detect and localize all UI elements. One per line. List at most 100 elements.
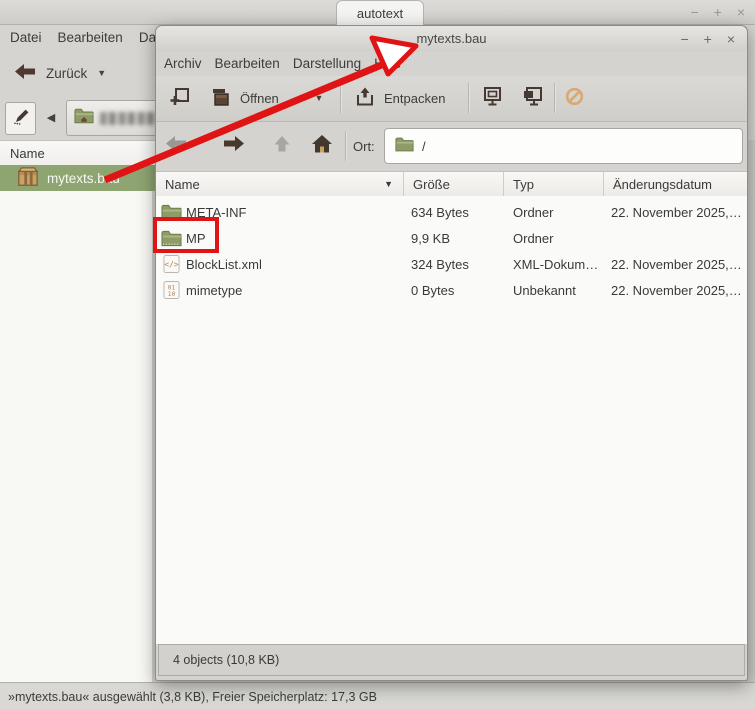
file-size: 9,9 KB	[411, 225, 450, 251]
column-label: Größe	[413, 177, 450, 192]
toolbar-separator	[554, 83, 556, 113]
selected-file-name: mytexts.bau	[47, 171, 120, 186]
bg-window-title: autotext	[336, 0, 424, 25]
nav-home-icon	[311, 134, 333, 159]
archive-manager-window: mytexts.bau − + × Archiv Bearbeiten Dars…	[155, 25, 748, 681]
navbar-separator	[345, 131, 347, 161]
add-files-button[interactable]	[162, 81, 198, 115]
nav-forward-icon	[223, 135, 245, 157]
archive-toolbar: Öffnen ▼ Entpacken	[156, 76, 747, 122]
extract-icon	[354, 86, 376, 111]
table-row[interactable]: META-INF 634 Bytes Ordner 22. November 2…	[156, 199, 747, 225]
archive-window-controls: − + ×	[680, 26, 735, 51]
table-row[interactable]: </> BlockList.xml 324 Bytes XML-Dokum… 2…	[156, 251, 747, 277]
file-modified: 22. November 2025,…	[611, 199, 742, 225]
file-size: 0 Bytes	[411, 277, 454, 303]
caret-down-icon: ▼	[315, 93, 324, 103]
sort-descending-icon: ▼	[384, 179, 393, 189]
xml-document-icon: </>	[163, 251, 180, 277]
open-recent-caret-button[interactable]: ▼	[306, 81, 332, 115]
breadcrumb-label-redacted	[100, 112, 158, 125]
breadcrumb-button[interactable]	[66, 100, 167, 136]
close-button[interactable]: ×	[727, 31, 735, 47]
menu-archiv[interactable]: Archiv	[164, 56, 202, 71]
toolbar-separator	[340, 83, 342, 113]
archive-status-text: 4 objects (10,8 KB)	[173, 653, 279, 667]
stop-button[interactable]	[558, 81, 590, 115]
selected-file-row[interactable]: mytexts.bau	[0, 165, 168, 191]
back-button[interactable]: Zurück ▼	[8, 57, 112, 89]
file-size: 324 Bytes	[411, 251, 469, 277]
bg-status-text: »mytexts.bau« ausgewählt (3,8 KB), Freie…	[8, 690, 377, 704]
file-name: mimetype	[186, 277, 242, 303]
menu-hilfe[interactable]: Hilfe	[374, 56, 401, 71]
archive-file-list[interactable]: META-INF 634 Bytes Ordner 22. November 2…	[156, 196, 747, 644]
bg-list-header[interactable]: Name	[0, 140, 163, 166]
nav-back-icon	[165, 135, 187, 157]
menu-datei[interactable]: Datei	[10, 30, 42, 45]
file-modified: 22. November 2025,…	[611, 277, 742, 303]
view-archive-contents-button[interactable]	[474, 81, 512, 115]
minimize-button[interactable]: −	[680, 31, 688, 47]
bg-column-name: Name	[10, 146, 45, 161]
nav-up-icon	[273, 135, 291, 158]
monitor-document-icon	[521, 85, 545, 112]
column-header-name[interactable]: Name ▼	[156, 172, 404, 196]
file-type: Ordner	[513, 199, 553, 225]
table-header: Name ▼ Größe Typ Änderungsdatum	[156, 171, 747, 198]
open-archive-button[interactable]: Öffnen	[206, 81, 306, 115]
bg-window-titlebar[interactable]: autotext − + ×	[0, 0, 755, 25]
pencil-icon	[12, 107, 30, 130]
toolbar-separator	[468, 83, 470, 113]
minimize-button[interactable]: −	[690, 4, 698, 20]
back-arrow-icon	[14, 63, 36, 83]
home-folder-icon	[74, 108, 94, 129]
nav-up-button[interactable]	[267, 131, 297, 161]
binary-file-icon: 01 10	[163, 277, 180, 303]
bg-statusbar: »mytexts.bau« ausgewählt (3,8 KB), Freie…	[0, 682, 755, 709]
collapse-path-button[interactable]: ◀	[39, 102, 63, 133]
bg-window-controls: − + ×	[690, 0, 745, 24]
column-label: Name	[165, 177, 200, 192]
maximize-button[interactable]: +	[714, 4, 722, 20]
archive-navbar: Ort: /	[156, 121, 747, 171]
file-type: XML-Dokum…	[513, 251, 598, 277]
file-modified: 22. November 2025,…	[611, 251, 742, 277]
back-history-caret-icon[interactable]: ▼	[97, 68, 106, 78]
column-header-modified[interactable]: Änderungsdatum	[604, 172, 747, 196]
location-field[interactable]: /	[384, 128, 743, 164]
table-row[interactable]: MP 9,9 KB Ordner	[156, 225, 747, 251]
svg-text:10: 10	[168, 291, 176, 298]
extract-button[interactable]: Entpacken	[350, 81, 464, 115]
collapse-left-icon: ◀	[47, 111, 55, 124]
annotation-highlight-rect	[153, 217, 219, 253]
view-selected-file-button[interactable]	[514, 81, 552, 115]
close-button[interactable]: ×	[737, 4, 745, 20]
add-files-icon	[169, 86, 191, 111]
nav-forward-button[interactable]	[219, 131, 249, 161]
folder-icon	[395, 137, 414, 155]
bg-list-area[interactable]	[0, 191, 152, 682]
maximize-button[interactable]: +	[704, 31, 712, 47]
file-type: Ordner	[513, 225, 553, 251]
desktop: autotext − + × Datei Bearbeiten Darstell…	[0, 0, 755, 709]
file-name: BlockList.xml	[186, 251, 262, 277]
column-label: Typ	[513, 177, 534, 192]
column-header-type[interactable]: Typ	[504, 172, 604, 196]
archive-menubar: Archiv Bearbeiten Darstellung Hilfe	[156, 51, 401, 76]
menu-darstellung[interactable]: Darstellung	[293, 56, 361, 71]
open-button-label: Öffnen	[240, 91, 279, 106]
nav-back-button[interactable]	[161, 131, 191, 161]
location-label: Ort:	[353, 121, 375, 171]
column-header-size[interactable]: Größe	[404, 172, 504, 196]
nav-home-button[interactable]	[307, 131, 337, 161]
edit-location-button[interactable]	[5, 102, 36, 135]
file-size: 634 Bytes	[411, 199, 469, 225]
menu-bearbeiten[interactable]: Bearbeiten	[215, 56, 280, 71]
menu-bearbeiten[interactable]: Bearbeiten	[58, 30, 123, 45]
archive-titlebar[interactable]: mytexts.bau	[156, 26, 747, 51]
stop-slashed-circle-icon	[564, 86, 585, 110]
back-button-label: Zurück	[46, 66, 87, 81]
file-type: Unbekannt	[513, 277, 576, 303]
table-row[interactable]: 01 10 mimetype 0 Bytes Unbekannt 22. Nov…	[156, 277, 747, 303]
